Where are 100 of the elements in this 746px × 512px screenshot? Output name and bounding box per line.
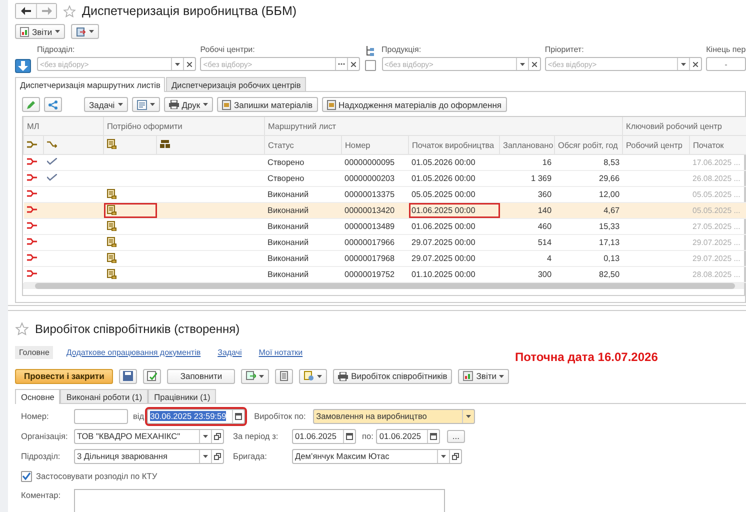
edit-button[interactable] [22, 97, 40, 112]
route-icon [26, 270, 36, 277]
field-label: Виробіток по: [254, 410, 307, 422]
tasks-button[interactable]: Задачі [84, 97, 128, 112]
hierarchy-checkbox[interactable] [365, 60, 376, 71]
table-cell: 12,00 [599, 190, 620, 199]
check-document-icon [147, 371, 158, 381]
list-button[interactable] [275, 368, 294, 384]
table-cell: 01.06.2025 00:00 [412, 222, 476, 231]
reports-button[interactable]: Звіти [458, 368, 510, 384]
save-button[interactable] [119, 368, 138, 384]
period-end-field[interactable]: 01.06.2025 [376, 428, 440, 444]
document-icon [222, 100, 232, 110]
table-cell: 15,33 [599, 222, 620, 231]
chart-icon [20, 26, 29, 36]
caret-icon[interactable] [203, 434, 208, 438]
document-icon [304, 371, 314, 381]
open-window-icon[interactable] [214, 452, 221, 460]
document-icon [107, 139, 118, 149]
tab[interactable]: Основне [15, 389, 60, 404]
route-icon [26, 254, 36, 261]
export-button[interactable] [71, 24, 100, 39]
caret-icon[interactable] [466, 414, 472, 418]
post-and-close-button[interactable]: Провести і закрити [15, 368, 114, 384]
caret-icon[interactable] [175, 62, 180, 66]
caret-icon [317, 374, 322, 378]
calendar-icon[interactable] [235, 412, 242, 420]
fill-button[interactable]: Заповнити [167, 368, 236, 384]
date-field[interactable]: 30.06.2025 23:59:59 [147, 408, 246, 424]
list-button[interactable] [132, 97, 160, 112]
tab[interactable]: Працівники (1) [148, 389, 216, 403]
toolbar-button[interactable]: Запишки матеріалів [217, 97, 318, 112]
section-link[interactable]: Мої нотатки [254, 346, 307, 358]
table-cell: 4 [546, 254, 552, 263]
table-cell: 00000013420 [344, 206, 395, 215]
section-link[interactable]: Головне [15, 346, 54, 358]
attachments-button[interactable] [299, 368, 328, 384]
table-cell: 460 [538, 222, 552, 231]
table-cell: 514 [538, 238, 552, 247]
section-link[interactable]: Задачі [214, 346, 246, 358]
column-header[interactable]: Статус [268, 140, 294, 150]
left-arrow-icon [21, 7, 31, 15]
back-button[interactable] [16, 4, 36, 18]
post-button[interactable] [143, 368, 162, 384]
printer-icon [338, 372, 348, 380]
clear-icon[interactable] [350, 62, 356, 66]
calendar-icon[interactable] [346, 432, 353, 440]
tab[interactable]: Диспетчеризація маршрутних листів [15, 77, 166, 92]
field-label: Коментар: [21, 489, 62, 501]
tab[interactable]: Диспетчеризація робочих центрів [166, 77, 306, 91]
table-cell: Створено [268, 158, 304, 167]
caret-icon[interactable] [520, 62, 525, 66]
caret-icon[interactable] [681, 62, 686, 66]
caret-icon[interactable] [441, 454, 446, 458]
document-icon [326, 100, 336, 110]
clear-icon[interactable] [187, 62, 192, 66]
table-cell: 00000013489 [344, 222, 395, 231]
open-window-icon[interactable] [214, 432, 221, 440]
print-button[interactable]: Виробіток співробітників [333, 368, 452, 384]
reports-button[interactable]: Звіти [15, 24, 66, 39]
table-cell: 29.07.2025 00:00 [412, 238, 476, 247]
period-select-button[interactable]: ... [447, 430, 465, 442]
calendar-icon[interactable] [430, 432, 438, 440]
brigade-field[interactable]: Дем’янчук Максим Ютас [292, 448, 462, 464]
star-icon[interactable] [63, 4, 76, 18]
caret-icon [55, 30, 60, 33]
table-cell: 360 [538, 190, 552, 199]
clear-icon[interactable] [532, 62, 537, 66]
export-icon [76, 26, 86, 36]
table-cell: 00000000095 [344, 158, 395, 167]
print-button[interactable]: Друк [164, 97, 214, 112]
period-start-field[interactable]: 01.06.2025 [292, 428, 356, 444]
toolbar-button[interactable]: Надходження матеріалів до оформлення [322, 97, 507, 112]
star-icon[interactable] [15, 322, 29, 336]
table-cell: 29.07.2025 00:00 [412, 254, 476, 263]
organization-field[interactable]: ТОВ "КВАДРО МЕХАНІКС" [74, 428, 224, 444]
table-cell: 00000013375 [344, 190, 395, 199]
basis-field[interactable]: Замовлення на виробництво [313, 408, 476, 424]
tab[interactable]: Виконані роботи (1) [60, 389, 148, 403]
caret-icon[interactable] [203, 454, 208, 458]
table-cell: 0,13 [604, 254, 620, 263]
route-icon [26, 238, 36, 245]
table-cell: 300 [538, 270, 552, 279]
column-header[interactable]: Номер [345, 140, 370, 150]
filter-label: Пріоритет: [544, 45, 585, 54]
field-label: від [133, 410, 144, 422]
ktu-checkbox[interactable] [21, 470, 32, 482]
open-window-icon[interactable] [452, 452, 459, 460]
list-icon [280, 371, 288, 381]
clear-icon[interactable] [693, 62, 698, 66]
horizontal-scrollbar[interactable] [35, 283, 735, 289]
share-button[interactable] [44, 97, 62, 112]
table-cell: 16 [542, 158, 552, 167]
department-field[interactable]: 3 Дільниця зварювання [74, 448, 224, 464]
table-cell: 01.10.2025 00:00 [412, 270, 476, 279]
column-group-header: МЛ [27, 122, 40, 130]
create-based-button[interactable] [241, 368, 270, 384]
apply-filter-button[interactable] [15, 59, 31, 73]
section-link[interactable]: Додаткове опрацювання документів [62, 346, 205, 358]
number-field[interactable] [74, 408, 128, 424]
